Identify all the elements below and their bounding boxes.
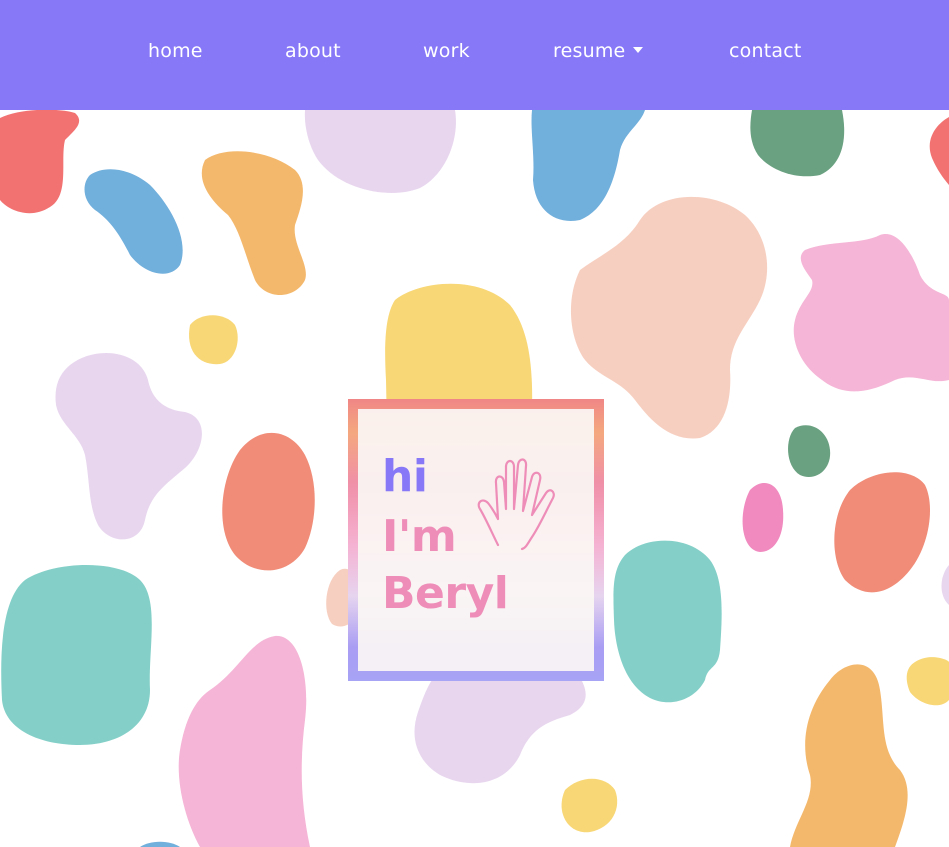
blob-teal [613,540,722,703]
chevron-down-icon [633,47,644,53]
blob-orange [790,664,908,847]
blob-yellow [906,657,949,706]
top-navbar: home about work resume contact [0,0,949,110]
blob-pink [793,234,949,392]
blob-yellow [561,778,618,833]
blob-red [0,110,80,214]
blob-magenta [742,482,784,552]
blob-lavender [941,565,949,605]
blob-blue [531,110,645,221]
blob-lavender [414,670,586,784]
blob-green [788,425,831,478]
blob-red [929,117,949,185]
greeting-hi: hi [382,451,428,502]
blob-coral [834,472,930,593]
greeting-card-content: hi I'm Beryl [348,399,604,681]
greeting-im: I'm [382,511,457,562]
blob-yellow [189,315,238,365]
nav-work-link[interactable]: work [423,40,470,62]
nav-resume-label: resume [553,40,626,62]
blob-coral [222,432,315,571]
greeting-card-panel: hi I'm Beryl [358,409,594,671]
blob-orange [201,151,306,295]
greeting-name: Beryl [382,568,509,619]
blob-teal [1,565,152,745]
blob-green [750,110,845,177]
nav-resume-dropdown[interactable]: resume [553,40,644,62]
blob-lavender [304,110,456,193]
nav-home-link[interactable]: home [148,40,203,62]
nav-about-link[interactable]: about [285,40,341,62]
blob-blue [140,841,180,847]
waving-hand-icon [477,458,555,551]
blob-pink [178,635,310,847]
nav-contact-link[interactable]: contact [729,40,802,62]
blob-blue [84,169,183,274]
blob-lavender [55,353,202,540]
